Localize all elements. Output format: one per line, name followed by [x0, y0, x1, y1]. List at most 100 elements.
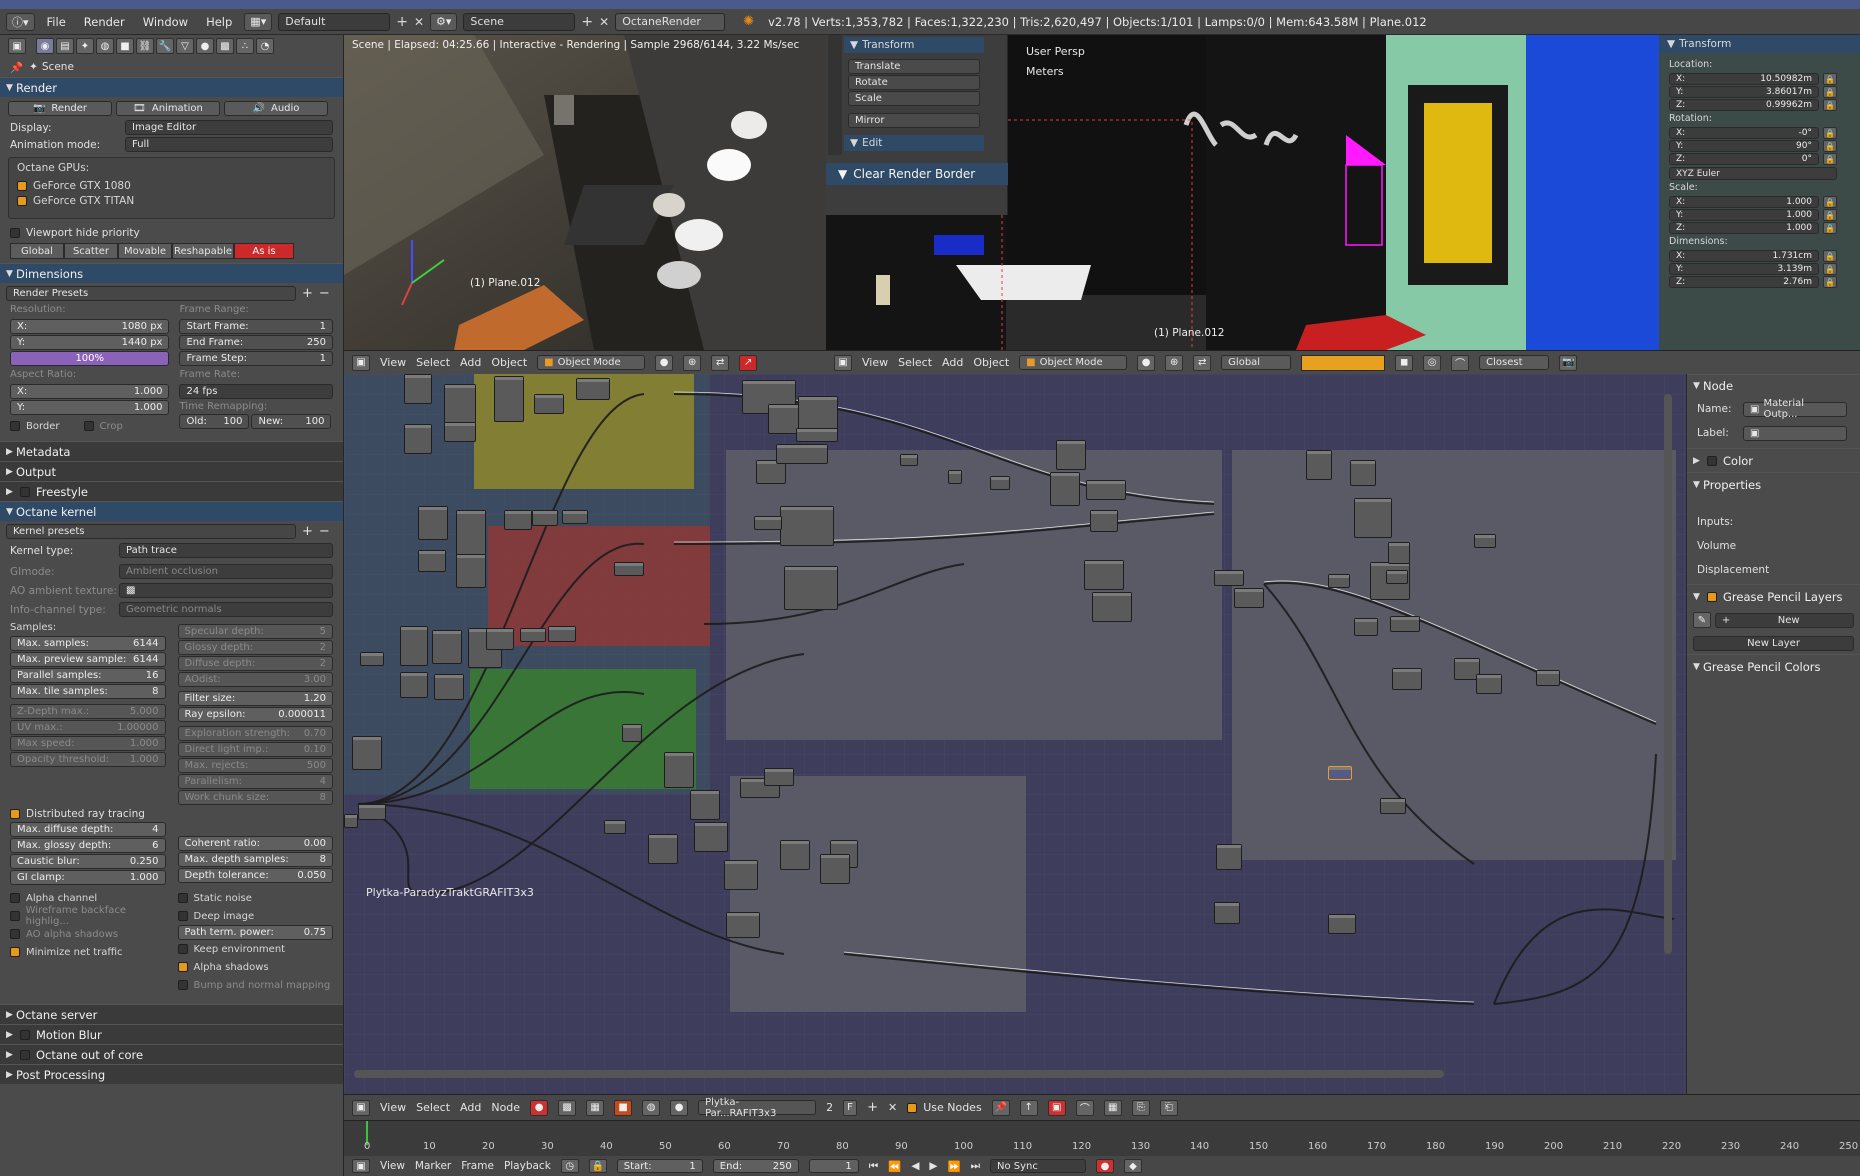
keying-set-icon[interactable]: ◆	[1124, 1159, 1143, 1173]
kernel-field[interactable]: Glossy depth: 2	[177, 640, 333, 655]
menu-frame[interactable]: Frame	[461, 1160, 494, 1172]
mirror-button[interactable]: Mirror	[848, 113, 980, 128]
alpha-shadows-check[interactable]: Alpha shadows	[177, 958, 334, 976]
node-panel-header[interactable]: ▼ Node	[1687, 374, 1860, 396]
next-key-icon[interactable]: ⏩	[947, 1160, 960, 1173]
shader-node[interactable]	[418, 550, 446, 572]
preview-range-icon[interactable]: ◷	[560, 1159, 579, 1173]
audio-button[interactable]: 🔊 Audio	[224, 100, 328, 116]
section-octane-server[interactable]: ▶ Octane server	[0, 1004, 343, 1024]
new-field[interactable]: New: 100	[251, 414, 332, 429]
shader-node[interactable]	[1050, 472, 1080, 506]
lock-icon[interactable]: 🔒	[1823, 263, 1837, 275]
kernel-field[interactable]: Ray epsilon: 0.000011	[177, 707, 333, 722]
menu-view[interactable]: View	[380, 356, 406, 369]
shader-node[interactable]	[622, 724, 642, 742]
shader-node[interactable]	[1086, 480, 1126, 500]
kernel-field[interactable]: AOdist: 3.00	[177, 672, 333, 687]
menu-select[interactable]: Select	[416, 356, 450, 369]
kernel-field[interactable]: Coherent ratio: 0.00	[177, 836, 333, 851]
pivot-icon[interactable]: ⊕	[1165, 354, 1184, 371]
shader-node[interactable]	[360, 652, 384, 666]
record-icon[interactable]: ●	[1096, 1159, 1115, 1173]
editor-type-button[interactable]: ⓘ▾	[6, 12, 35, 31]
lock-icon[interactable]: 🔒	[1823, 86, 1837, 98]
shader-node[interactable]	[664, 752, 694, 788]
menu-select[interactable]: Select	[898, 356, 932, 369]
static-noise-check[interactable]: Static noise	[177, 889, 334, 907]
shader-node[interactable]	[754, 516, 782, 530]
dimension-field[interactable]: Y: 3.139m	[1669, 263, 1819, 275]
rotation-field[interactable]: X: -0°	[1669, 127, 1819, 139]
tab-as-is[interactable]: As is	[234, 243, 294, 259]
lock-icon[interactable]: 🔒	[1823, 276, 1837, 288]
render-icon[interactable]: 📷	[1559, 354, 1578, 371]
shading-icon[interactable]: ●	[1137, 354, 1156, 371]
volume-input[interactable]: Volume	[1687, 534, 1860, 558]
shader-node[interactable]	[404, 424, 432, 454]
snap-select[interactable]: Closest	[1479, 355, 1550, 370]
deep-image-check[interactable]: Deep image	[177, 907, 334, 925]
lock-icon[interactable]: 🔒	[1823, 140, 1837, 152]
current-frame-field[interactable]: 1	[808, 1159, 859, 1173]
shader-node[interactable]	[1474, 534, 1496, 548]
section-freestyle[interactable]: ▶ Freestyle	[0, 481, 343, 501]
shader-node[interactable]	[534, 394, 564, 414]
shader-node[interactable]	[1380, 798, 1406, 814]
transform-icon[interactable]: ↗	[739, 354, 758, 371]
play-icon[interactable]: ▶	[929, 1160, 937, 1172]
shader-node[interactable]	[1328, 914, 1356, 934]
section-post-processing[interactable]: ▶ Post Processing	[0, 1064, 343, 1084]
menu-render[interactable]: Render	[78, 15, 131, 29]
tool-section-transform[interactable]: ▼ Transform	[844, 37, 984, 53]
menu-file[interactable]: File	[41, 15, 72, 29]
shader-node[interactable]	[726, 912, 760, 938]
parent-icon[interactable]: ↑	[1019, 1099, 1038, 1116]
lock-icon[interactable]: 🔒	[1823, 222, 1837, 234]
section-metadata[interactable]: ▶ Metadata	[0, 441, 343, 461]
kernel-field[interactable]: Max. depth samples: 8	[177, 852, 333, 867]
sync-select[interactable]: No Sync	[990, 1159, 1087, 1173]
shader-node[interactable]	[444, 384, 476, 424]
pivot-icon[interactable]: ⊕	[683, 354, 702, 371]
constraints-tab-icon[interactable]: ⛓	[136, 38, 154, 54]
kernel-presets-select[interactable]: Kernel presets	[6, 524, 296, 539]
location-field[interactable]: Y: 3.86017m	[1669, 86, 1819, 98]
horizontal-scrollbar[interactable]	[354, 1070, 1444, 1078]
texture-tab-icon[interactable]: ▩	[216, 38, 234, 54]
info-channel-select[interactable]: Geometric normals	[119, 602, 333, 617]
start-frame-field[interactable]: Start: 1	[616, 1159, 703, 1173]
kernel-field[interactable]: UV max.: 1.00000	[10, 720, 166, 735]
render-button[interactable]: 📷 Render	[8, 100, 112, 116]
ao-texture-field[interactable]: ▩	[119, 583, 333, 598]
remove-kernel-preset-icon[interactable]: −	[319, 524, 330, 539]
shader-node[interactable]	[400, 626, 428, 666]
menu-add[interactable]: Add	[460, 1101, 481, 1114]
render-tab-icon[interactable]: ◉	[36, 38, 54, 54]
lock-icon[interactable]: 🔒	[1823, 250, 1837, 262]
lock-range-icon[interactable]: 🔒	[588, 1159, 607, 1173]
shader-node[interactable]	[456, 554, 486, 588]
location-field[interactable]: X: 10.50982m	[1669, 73, 1819, 85]
border-checkbox[interactable]: Border	[10, 421, 60, 432]
paste-icon[interactable]: ⎗	[1159, 1099, 1178, 1116]
wireframe-check[interactable]: Wireframe backface highlig...	[10, 905, 166, 927]
editor-type-icon[interactable]: ▣	[8, 38, 26, 54]
shader-node[interactable]	[358, 804, 386, 820]
shader-tree-icon[interactable]: ●	[530, 1099, 549, 1116]
shader-node[interactable]	[780, 840, 810, 870]
timeline-editor-icon[interactable]: ▣	[352, 1159, 370, 1173]
menu-view[interactable]: View	[380, 1101, 406, 1114]
kernel-field[interactable]: Parallel samples: 16	[10, 668, 166, 683]
pin-icon[interactable]: 📌	[10, 61, 23, 74]
transform-header[interactable]: ▼ Transform	[1659, 35, 1860, 53]
view3d-editor-icon[interactable]: ▣	[834, 354, 852, 371]
menu-object[interactable]: Object	[973, 356, 1009, 369]
shader-node[interactable]	[1354, 618, 1378, 636]
pencil-icon[interactable]: ✎	[1693, 612, 1711, 628]
tab-movable[interactable]: Movable	[118, 243, 172, 259]
tab-global[interactable]: Global	[10, 243, 64, 259]
dimension-field[interactable]: X: 1.731cm	[1669, 250, 1819, 262]
material-users-count[interactable]: 2	[826, 1101, 833, 1114]
section-dimensions[interactable]: ▼ Dimensions	[0, 263, 343, 283]
